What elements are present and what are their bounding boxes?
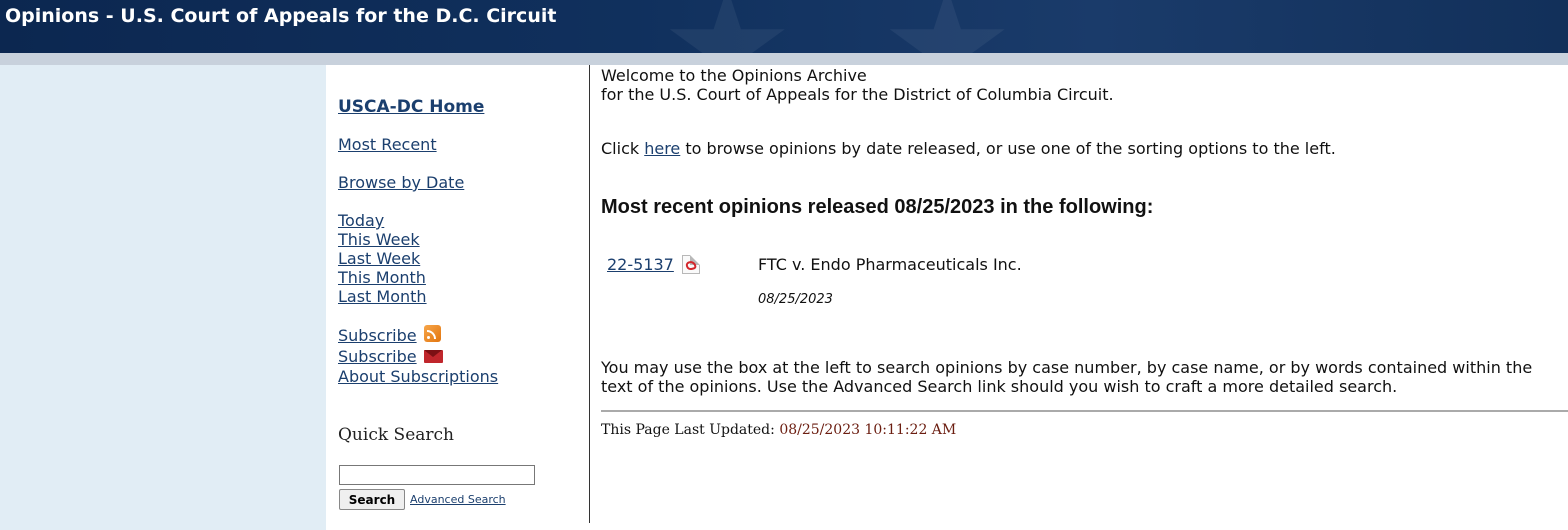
- left-gutter: [0, 65, 326, 530]
- pdf-document-icon[interactable]: [682, 255, 700, 274]
- search-help-text: You may use the box at the left to searc…: [601, 358, 1533, 377]
- browse-prefix: Click: [601, 139, 645, 158]
- email-subscribe-icon[interactable]: [423, 350, 443, 363]
- home-link[interactable]: USCA-DC Home: [338, 97, 484, 117]
- this-month-link[interactable]: This Month: [338, 268, 426, 287]
- about-subscriptions-link[interactable]: About Subscriptions: [338, 367, 498, 386]
- page-title: Opinions - U.S. Court of Appeals for the…: [5, 5, 557, 27]
- rss-feed-icon[interactable]: [423, 325, 441, 342]
- quick-search-title: Quick Search: [338, 425, 454, 445]
- welcome-line: Welcome to the Opinions Archive: [601, 66, 867, 85]
- welcome-subline: for the U.S. Court of Appeals for the Di…: [601, 85, 1114, 104]
- browse-suffix: to browse opinions by date released, or …: [680, 139, 1336, 158]
- search-help-text-continued: text of the opinions. Use the Advanced S…: [601, 377, 1398, 396]
- case-name: FTC v. Endo Pharmaceuticals Inc.: [758, 255, 1022, 274]
- recent-opinions-heading: Most recent opinions released 08/25/2023…: [601, 196, 1154, 218]
- subscribe-rss-link[interactable]: Subscribe: [338, 326, 417, 345]
- browse-here-link[interactable]: here: [644, 139, 680, 158]
- last-week-link[interactable]: Last Week: [338, 249, 420, 268]
- this-week-link[interactable]: This Week: [338, 230, 420, 249]
- search-input[interactable]: [339, 465, 535, 485]
- page-header: ★ ★ Opinions - U.S. Court of Appeals for…: [0, 0, 1568, 53]
- today-link[interactable]: Today: [338, 211, 384, 230]
- star-decoration-icon: ★: [660, 0, 794, 53]
- search-button[interactable]: Search: [339, 489, 405, 510]
- browse-by-date-link[interactable]: Browse by Date: [338, 173, 464, 192]
- advanced-search-link[interactable]: Advanced Search: [410, 493, 506, 506]
- last-month-link[interactable]: Last Month: [338, 287, 427, 306]
- subscribe-email-link[interactable]: Subscribe: [338, 347, 417, 366]
- most-recent-link[interactable]: Most Recent: [338, 135, 437, 154]
- last-updated-label: This Page Last Updated:: [601, 422, 775, 438]
- subscribe-email-row: Subscribe: [338, 347, 443, 366]
- header-divider-bar: [0, 53, 1568, 65]
- browse-instructions: Click here to browse opinions by date re…: [601, 139, 1336, 158]
- case-date: 08/25/2023: [758, 292, 833, 307]
- case-number-link[interactable]: 22-5137: [607, 255, 674, 274]
- horizontal-rule: [601, 410, 1568, 412]
- last-updated: This Page Last Updated: 08/25/2023 10:11…: [601, 422, 956, 438]
- star-decoration-icon: ★: [880, 0, 1014, 53]
- last-updated-timestamp: 08/25/2023 10:11:22 AM: [779, 422, 957, 438]
- subscribe-rss-row: Subscribe: [338, 325, 441, 345]
- column-divider: [589, 65, 590, 523]
